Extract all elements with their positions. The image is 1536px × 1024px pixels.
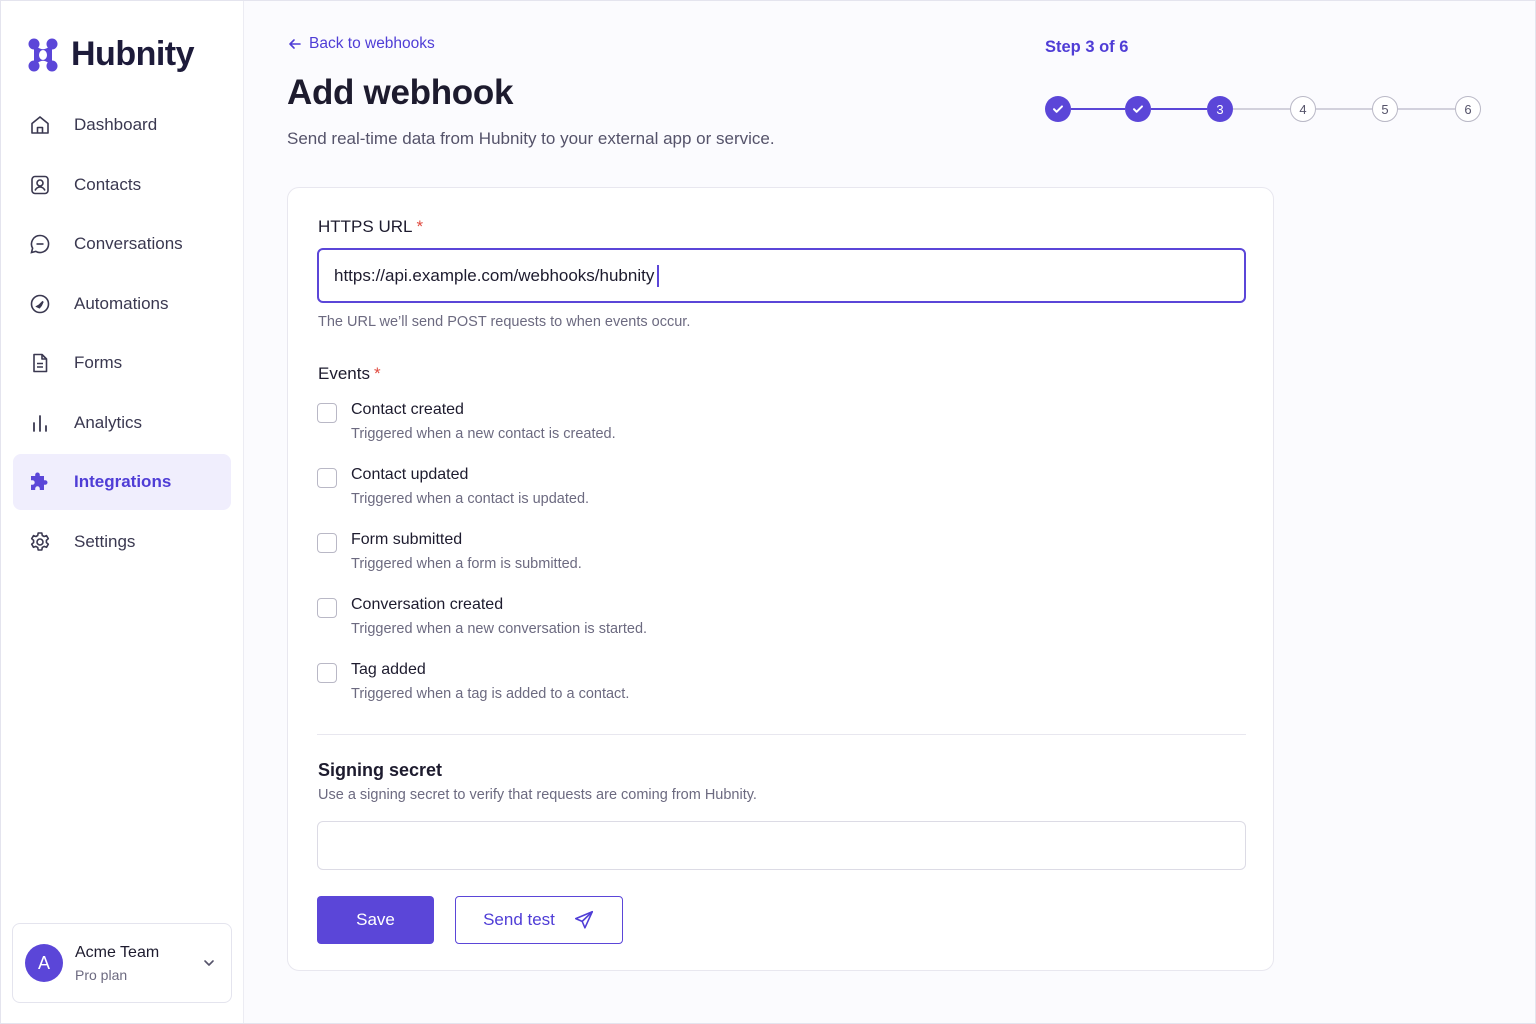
page-title: Add webhook <box>287 73 514 112</box>
bar-chart-icon <box>27 410 53 436</box>
check-icon <box>1053 105 1063 113</box>
event-description: Triggered when a new contact is created. <box>351 426 616 442</box>
event-description: Triggered when a form is submitted. <box>351 556 582 572</box>
save-button[interactable]: Save <box>317 896 434 944</box>
event-description: Triggered when a contact is updated. <box>351 491 590 507</box>
section-divider <box>317 734 1246 735</box>
app-window: Hubnity Dashboard Contacts Conversations <box>0 0 1536 1024</box>
puzzle-icon <box>27 469 53 495</box>
step-indicator-label: Step 3 of 6 <box>1045 38 1129 56</box>
sidebar-item-integrations[interactable]: Integrations <box>13 454 231 510</box>
gear-icon <box>27 529 53 555</box>
send-test-label: Send test <box>483 910 555 929</box>
event-option-form-submitted[interactable]: Form submitted Triggered when a form is … <box>317 531 917 581</box>
sidebar-item-forms[interactable]: Forms <box>13 335 231 391</box>
sidebar-item-automations[interactable]: Automations <box>13 276 231 332</box>
logo[interactable]: Hubnity <box>27 35 195 74</box>
sidebar-item-settings[interactable]: Settings <box>13 514 231 570</box>
sidebar-item-label: Integrations <box>74 472 172 491</box>
step-4[interactable]: 4 <box>1290 96 1316 122</box>
event-title: Contact updated <box>351 466 469 483</box>
event-option-conversation-created[interactable]: Conversation created Triggered when a ne… <box>317 596 917 646</box>
signing-secret-input[interactable] <box>317 821 1246 870</box>
step-connector <box>1233 108 1290 110</box>
send-test-button[interactable]: Send test <box>455 896 623 944</box>
step-3[interactable]: 3 <box>1207 96 1233 122</box>
step-connector <box>1398 108 1455 110</box>
event-description: Triggered when a new conversation is sta… <box>351 621 648 637</box>
event-option-contact-updated[interactable]: Contact updated Triggered when a contact… <box>317 466 917 516</box>
sidebar-item-dashboard[interactable]: Dashboard <box>13 97 231 153</box>
step-connector <box>1071 108 1125 110</box>
event-checkbox[interactable] <box>317 468 337 488</box>
contact-card-icon <box>27 172 53 198</box>
sidebar-item-label: Dashboard <box>74 115 158 134</box>
sidebar-nav: Dashboard Contacts Conversations Automat… <box>13 97 231 573</box>
required-asterisk: * <box>373 364 381 383</box>
stepper: 3 4 5 6 <box>1043 95 1483 125</box>
step-2[interactable] <box>1125 96 1151 122</box>
sidebar-item-label: Conversations <box>74 234 183 253</box>
url-input-value: https://api.example.com/webhooks/hubnity <box>334 265 655 285</box>
step-6[interactable]: 6 <box>1455 96 1481 122</box>
events-field-label: Events * <box>318 364 381 384</box>
event-title: Tag added <box>351 661 426 678</box>
url-input[interactable]: https://api.example.com/webhooks/hubnity <box>317 248 1246 303</box>
home-icon <box>27 112 53 138</box>
account-plan: Pro plan <box>75 966 128 983</box>
sidebar-item-analytics[interactable]: Analytics <box>13 395 231 451</box>
account-info: Acme Team Pro plan <box>75 944 159 983</box>
sidebar-item-contacts[interactable]: Contacts <box>13 157 231 213</box>
step-connector <box>1151 108 1207 110</box>
chevron-down-icon <box>204 960 214 966</box>
brand-name: Hubnity <box>71 35 195 73</box>
sidebar-item-label: Contacts <box>74 174 142 194</box>
sidebar-item-label: Automations <box>74 293 169 313</box>
event-title: Form submitted <box>351 531 463 548</box>
event-title: Conversation created <box>351 596 504 613</box>
avatar: A <box>25 944 63 982</box>
event-checkbox[interactable] <box>317 663 337 683</box>
url-label-text: HTTPS URL <box>318 217 413 236</box>
webhook-form-card: HTTPS URL * https://api.example.com/webho… <box>287 187 1274 971</box>
chat-bubble-icon <box>27 231 53 257</box>
step-connector <box>1316 108 1372 110</box>
signing-secret-title: Signing secret <box>318 760 443 780</box>
sidebar-item-label: Analytics <box>74 412 143 432</box>
back-to-webhooks-link[interactable]: Back to webhooks <box>287 35 435 53</box>
url-field-label: HTTPS URL * <box>318 217 423 237</box>
text-caret <box>657 264 660 287</box>
main-content: Back to webhooks Add webhook Send real-t… <box>245 1 1535 1023</box>
automation-icon <box>27 291 53 317</box>
hubnity-logo-icon <box>28 38 58 71</box>
event-checkbox[interactable] <box>317 598 337 618</box>
event-option-contact-created[interactable]: Contact created Triggered when a new con… <box>317 401 917 451</box>
send-icon <box>574 910 593 929</box>
sidebar-item-label: Forms <box>74 353 123 372</box>
account-name: Acme Team <box>75 943 160 961</box>
document-icon <box>27 350 53 376</box>
step-5[interactable]: 5 <box>1372 96 1398 122</box>
sidebar-item-label: Settings <box>74 531 136 551</box>
sidebar-item-conversations[interactable]: Conversations <box>13 216 231 272</box>
url-hint: The URL we’ll send POST requests to when… <box>318 314 691 330</box>
event-checkbox[interactable] <box>317 403 337 423</box>
account-switcher[interactable]: A Acme Team Pro plan <box>12 923 232 1003</box>
signing-secret-hint: Use a signing secret to verify that requ… <box>318 787 757 803</box>
event-description: Triggered when a tag is added to a conta… <box>351 686 630 702</box>
sidebar: Hubnity Dashboard Contacts Conversations <box>1 1 244 1023</box>
events-label-text: Events <box>318 364 370 383</box>
check-icon <box>1133 105 1143 113</box>
event-title: Contact created <box>351 401 464 418</box>
page-subtitle: Send real-time data from Hubnity to your… <box>287 129 775 148</box>
event-checkbox[interactable] <box>317 533 337 553</box>
step-1[interactable] <box>1045 96 1071 122</box>
event-option-tag-added[interactable]: Tag added Triggered when a tag is added … <box>317 661 917 711</box>
back-link-label: Back to webhooks <box>309 35 435 52</box>
required-asterisk: * <box>416 217 424 236</box>
arrow-left-icon <box>289 39 301 49</box>
